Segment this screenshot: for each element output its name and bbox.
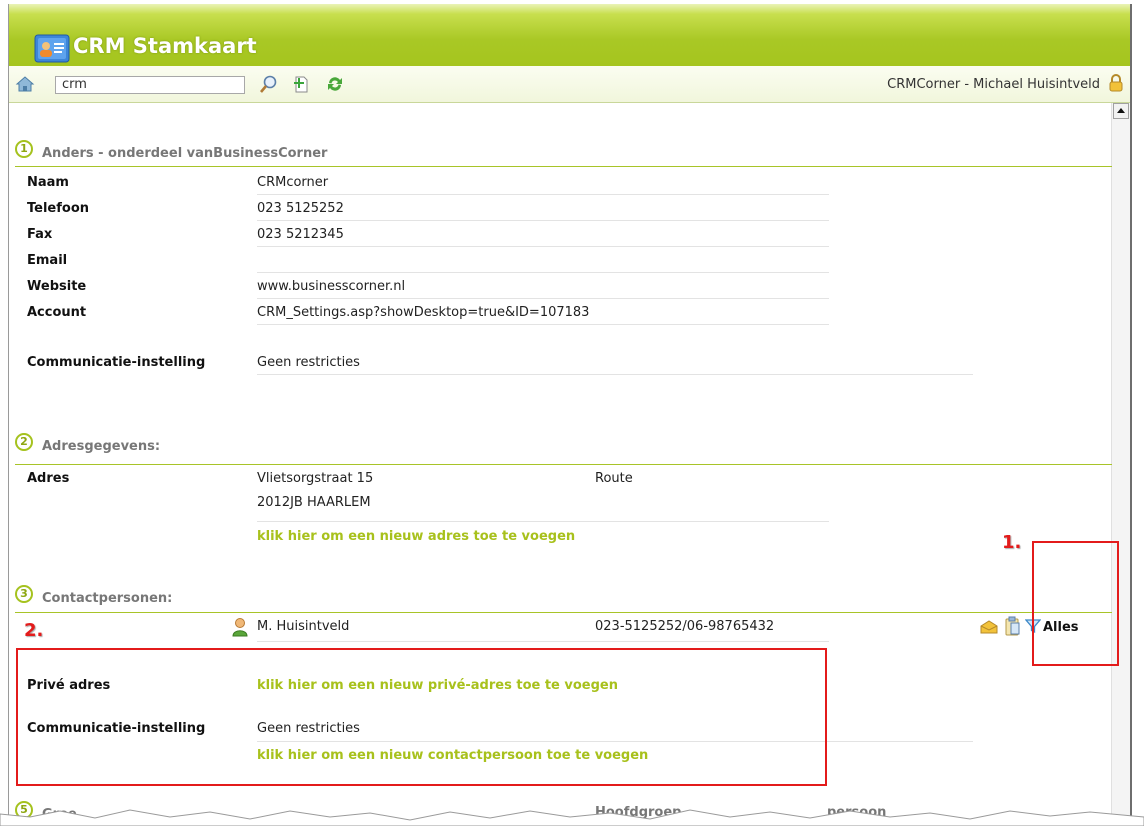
add-address-link[interactable]: klik hier om een nieuw adres toe te voeg… xyxy=(257,529,575,544)
section-title: Adresgegevens: xyxy=(42,439,161,454)
row-divider xyxy=(257,246,829,247)
section-number-badge: 2 xyxy=(15,433,33,451)
annotation-box-1 xyxy=(1032,541,1119,666)
field-value-communicatie: Geen restricties xyxy=(257,355,360,370)
section-number-badge: 1 xyxy=(15,140,33,158)
field-label-telefoon: Telefoon xyxy=(27,201,90,216)
field-value-naam: CRMcorner xyxy=(257,175,329,190)
user-label: CRMCorner - Michael Huisintveld xyxy=(887,77,1100,92)
annotation-marker-1: 1. xyxy=(1002,532,1022,553)
row-divider xyxy=(257,272,829,273)
vertical-scrollbar[interactable] xyxy=(1111,103,1130,826)
field-label-communicatie: Communicatie-instelling xyxy=(27,355,206,370)
row-divider xyxy=(257,298,829,299)
torn-edge xyxy=(0,809,1144,826)
row-divider xyxy=(257,374,973,375)
home-icon[interactable] xyxy=(15,74,35,94)
address-city: 2012JB HAARLEM xyxy=(257,495,371,510)
scroll-up-button[interactable] xyxy=(1113,103,1129,119)
field-label-email: Email xyxy=(27,253,68,268)
field-value-website[interactable]: www.businesscorner.nl xyxy=(257,279,405,294)
mail-icon[interactable] xyxy=(979,618,999,636)
section-divider xyxy=(15,166,1112,167)
section-title: Contactpersonen: xyxy=(42,591,173,606)
search-icon[interactable] xyxy=(259,74,279,94)
app-title: CRM Stamkaart xyxy=(73,34,257,58)
field-value-account[interactable]: CRM_Settings.asp?showDesktop=true&ID=107… xyxy=(257,305,589,320)
title-bar: CRM Stamkaart xyxy=(9,4,1130,66)
field-label-naam: Naam xyxy=(27,175,69,190)
contact-name[interactable]: M. Huisintveld xyxy=(257,619,349,634)
person-icon xyxy=(232,618,248,637)
row-divider xyxy=(257,220,829,221)
address-street: Vlietsorgstraat 15 xyxy=(257,471,374,486)
annotation-box-2 xyxy=(16,648,827,786)
new-document-icon[interactable] xyxy=(291,74,311,94)
row-divider xyxy=(257,641,829,642)
field-label-account: Account xyxy=(27,305,87,320)
field-value-telefoon: 023 5125252 xyxy=(257,201,344,216)
field-label-adres: Adres xyxy=(27,471,70,486)
field-label-website: Website xyxy=(27,279,87,294)
row-divider xyxy=(257,324,829,325)
lock-icon[interactable] xyxy=(1106,73,1126,93)
section-divider xyxy=(15,464,1112,465)
section-number-badge: 3 xyxy=(15,585,33,603)
contact-phone: 023-5125252/06-98765432 xyxy=(595,619,775,634)
annotation-marker-2: 2. xyxy=(24,620,44,641)
route-link[interactable]: Route xyxy=(595,471,633,486)
toolbar: crm CRMCorner - Michael Huisintveld xyxy=(9,66,1130,103)
arrow-up-icon xyxy=(1117,108,1125,113)
field-label-fax: Fax xyxy=(27,227,53,242)
row-divider xyxy=(257,521,829,522)
refresh-icon[interactable] xyxy=(325,74,345,94)
section-divider xyxy=(15,612,1112,613)
field-value-fax: 023 5212345 xyxy=(257,227,344,242)
clipboard-icon[interactable] xyxy=(1003,616,1021,636)
section-title: Anders - onderdeel vanBusinessCorner xyxy=(42,146,328,161)
search-input[interactable]: crm xyxy=(55,76,245,94)
contact-card-icon xyxy=(34,34,70,63)
row-divider xyxy=(257,194,829,195)
